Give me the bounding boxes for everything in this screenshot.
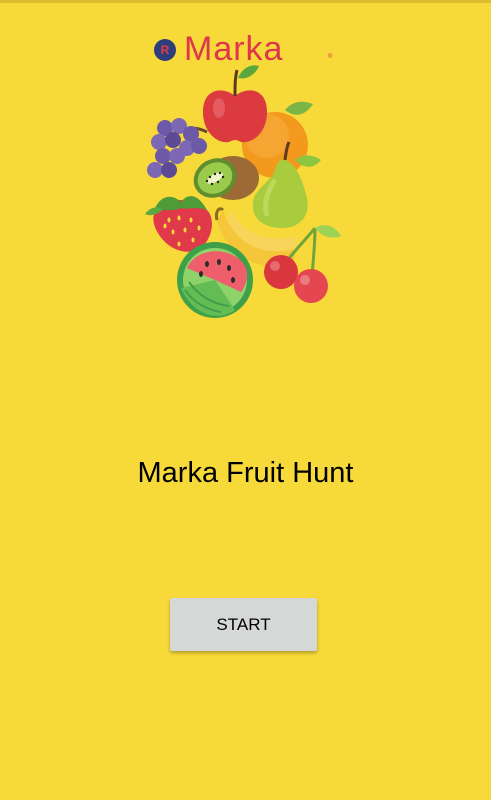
- cherries-icon: [264, 225, 341, 303]
- logo-badge-icon: R: [154, 39, 176, 61]
- start-button[interactable]: START: [170, 598, 317, 651]
- status-divider: [0, 0, 491, 3]
- fruit-basket-illustration: [145, 65, 341, 318]
- logo-badge-letter: R: [160, 43, 170, 57]
- strawberry-icon: [145, 196, 212, 252]
- watermelon-icon: [177, 242, 253, 318]
- apple-icon: [203, 65, 267, 143]
- game-title: Marka Fruit Hunt: [137, 457, 354, 489]
